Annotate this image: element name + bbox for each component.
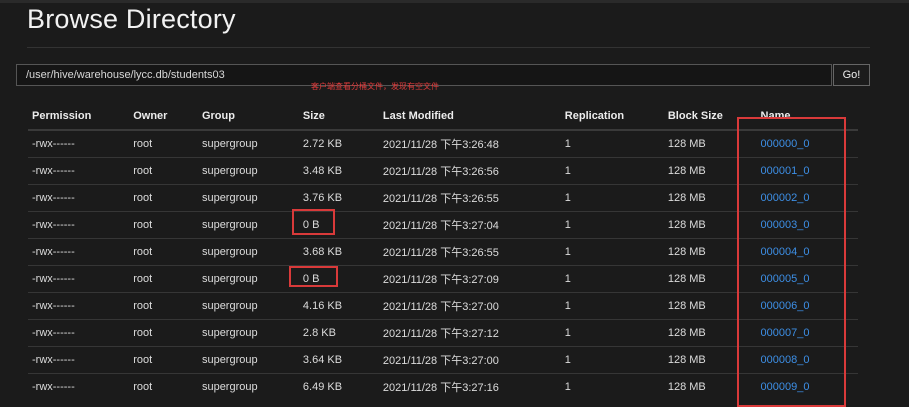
column-header-last-modified[interactable]: Last Modified [378,103,561,131]
group-cell: supergroup [197,129,299,158]
permission-cell: -rwx------ [28,265,130,293]
replication-cell: 1 [560,319,664,347]
replication-cell: 1 [560,265,664,293]
table-row: -rwx------ root supergroup 3.64 KB 2021/11/2… [28,346,858,374]
group-cell: supergroup [197,157,299,185]
replication-cell: 1 [560,373,664,400]
size-cell: 2.8 KB [298,319,379,347]
last-modified-cell: 2021/11/28 下午3:26:56 [378,157,561,185]
permission-cell: -rwx------ [28,292,130,320]
table-row: -rwx------ root supergroup 0 B 2021/11/28 下午… [28,265,858,293]
table-row: -rwx------ root supergroup 4.16 KB 2021/11/2… [28,292,858,320]
owner-cell: root [129,265,198,293]
replication-cell: 1 [560,238,664,266]
go-button[interactable]: Go! [833,64,870,86]
size-highlight-box [292,209,335,235]
permission-cell: -rwx------ [28,238,130,266]
column-header-owner[interactable]: Owner [129,103,198,131]
title-divider [27,47,870,48]
owner-cell: root [129,129,198,158]
replication-cell: 1 [560,292,664,320]
permission-cell: -rwx------ [28,373,130,400]
owner-cell: root [129,373,198,400]
permission-cell: -rwx------ [28,319,130,347]
group-cell: supergroup [197,211,299,239]
permission-cell: -rwx------ [28,129,130,158]
size-cell: 3.48 KB [298,157,379,185]
annotation-note: 客户端查看分桶文件，发现有空文件 [311,82,439,91]
column-header-size[interactable]: Size [298,103,379,131]
owner-cell: root [129,346,198,374]
column-header-replication[interactable]: Replication [560,103,664,131]
table-header-row: Permission Owner Group Size Last Modifie… [28,103,858,131]
replication-cell: 1 [560,129,664,158]
table-row: -rwx------ root supergroup 2.72 KB 2021/11/2… [28,129,858,158]
owner-cell: root [129,184,198,212]
table-row: -rwx------ root supergroup 3.76 KB 2021/11/2… [28,184,858,212]
directory-table: Permission Owner Group Size Last Modifie… [28,103,858,400]
size-cell: 2.72 KB [298,129,379,158]
size-cell: 3.64 KB [298,346,379,374]
owner-cell: root [129,211,198,239]
last-modified-cell: 2021/11/28 下午3:27:12 [378,319,561,347]
group-cell: supergroup [197,319,299,347]
size-highlight-box [289,266,338,287]
permission-cell: -rwx------ [28,211,130,239]
last-modified-cell: 2021/11/28 下午3:27:00 [378,292,561,320]
owner-cell: root [129,292,198,320]
group-cell: supergroup [197,238,299,266]
group-cell: supergroup [197,346,299,374]
last-modified-cell: 2021/11/28 下午3:27:04 [378,211,561,239]
last-modified-cell: 2021/11/28 下午3:26:55 [378,238,561,266]
last-modified-cell: 2021/11/28 下午3:27:16 [378,373,561,400]
group-cell: supergroup [197,292,299,320]
permission-cell: -rwx------ [28,346,130,374]
table-row: -rwx------ root supergroup 3.48 KB 2021/11/2… [28,157,858,185]
permission-cell: -rwx------ [28,184,130,212]
last-modified-cell: 2021/11/28 下午3:27:00 [378,346,561,374]
replication-cell: 1 [560,211,664,239]
table-row: -rwx------ root supergroup 2.8 KB 2021/11/28… [28,319,858,347]
table-row: -rwx------ root supergroup 6.49 KB 2021/11/2… [28,373,858,400]
table-row: -rwx------ root supergroup 0 B 2021/11/28 下午… [28,211,858,239]
group-cell: supergroup [197,184,299,212]
replication-cell: 1 [560,157,664,185]
owner-cell: root [129,238,198,266]
owner-cell: root [129,157,198,185]
replication-cell: 1 [560,346,664,374]
replication-cell: 1 [560,184,664,212]
name-column-highlight-box [737,117,846,407]
last-modified-cell: 2021/11/28 下午3:27:09 [378,265,561,293]
last-modified-cell: 2021/11/28 下午3:26:48 [378,129,561,158]
permission-cell: -rwx------ [28,157,130,185]
group-cell: supergroup [197,373,299,400]
top-border [0,0,909,3]
table-body: -rwx------ root supergroup 2.72 KB 2021/11/2… [28,129,858,400]
column-header-group[interactable]: Group [197,103,299,131]
owner-cell: root [129,319,198,347]
size-cell: 6.49 KB [298,373,379,400]
size-cell: 4.16 KB [298,292,379,320]
group-cell: supergroup [197,265,299,293]
last-modified-cell: 2021/11/28 下午3:26:55 [378,184,561,212]
table-row: -rwx------ root supergroup 3.68 KB 2021/11/2… [28,238,858,266]
column-header-permission[interactable]: Permission [28,103,130,131]
page-title: Browse Directory [27,4,236,34]
size-cell: 3.68 KB [298,238,379,266]
size-cell: 3.76 KB [298,184,379,212]
